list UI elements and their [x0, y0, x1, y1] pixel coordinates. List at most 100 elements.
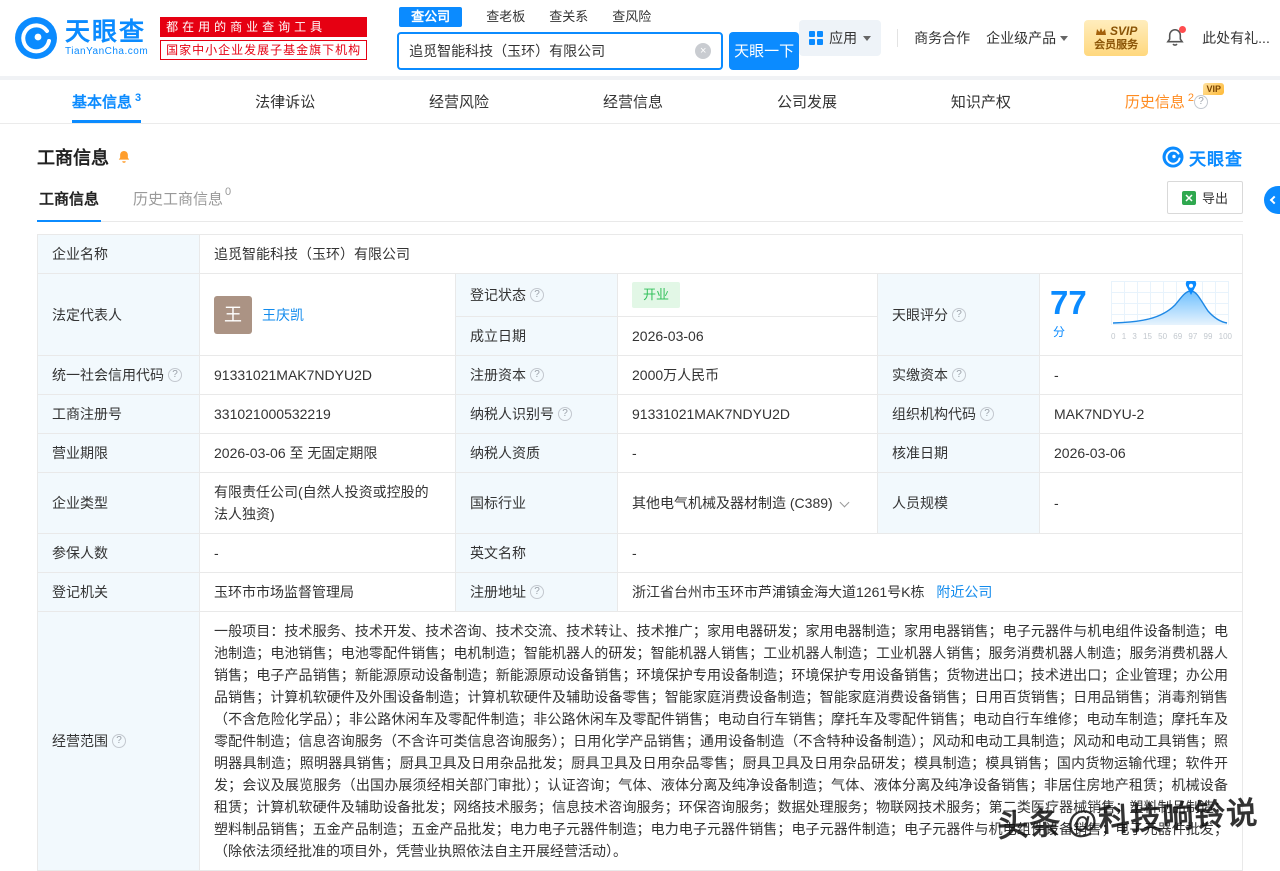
- chevron-left-icon: [1269, 195, 1278, 205]
- field-label: 纳税人识别号: [470, 406, 554, 422]
- legal-rep-label-cell: 法定代表人: [37, 273, 200, 356]
- export-button[interactable]: 导出: [1166, 181, 1243, 214]
- subtab-business-info[interactable]: 工商信息: [37, 178, 102, 222]
- apps-menu[interactable]: 应用: [799, 20, 882, 56]
- tab-basic-info[interactable]: 基本信息 3: [72, 80, 142, 123]
- enterprise-products-label: 企业级产品: [986, 30, 1057, 46]
- field-label: 纳税人资质: [470, 445, 540, 461]
- table-row-business-scope: 经营范围? 一般项目：技术服务、技术开发、技术咨询、技术交流、技术转让、技术推广…: [37, 611, 1243, 871]
- table-row-legal-rep: 法定代表人 王 王庆凯 登记状态? 开业 天眼评分? 77分 0 1 3 15 …: [37, 273, 1243, 356]
- search-input-box: ×: [397, 31, 724, 70]
- field-label: 登记机关: [52, 584, 108, 600]
- help-icon[interactable]: ?: [952, 368, 966, 382]
- reg-capital-value: 2000万人民币: [617, 355, 878, 395]
- help-icon[interactable]: ?: [112, 734, 126, 748]
- help-icon[interactable]: ?: [530, 585, 544, 599]
- field-label: 实缴资本: [892, 367, 948, 383]
- field-label: 注册地址: [470, 584, 526, 600]
- tab-legal-proceedings[interactable]: 法律诉讼: [255, 80, 315, 123]
- org-code-label-cell: 组织机构代码?: [877, 394, 1040, 434]
- chevron-down-icon[interactable]: [839, 497, 850, 508]
- reg-authority-value: 玉环市市场监督管理局: [199, 572, 456, 612]
- enterprise-products-link[interactable]: 企业级产品: [986, 28, 1069, 48]
- tab-count: 2: [1187, 91, 1194, 104]
- field-label: 企业类型: [52, 495, 108, 511]
- legal-rep-link[interactable]: 王庆凯: [262, 304, 304, 326]
- apps-grid-icon: [809, 31, 824, 45]
- tab-label: 知识产权: [950, 94, 1011, 111]
- search-tab-boss[interactable]: 查老板: [486, 7, 525, 27]
- subtab-history-business-info[interactable]: 历史工商信息 0: [131, 178, 233, 221]
- help-icon[interactable]: ?: [558, 407, 572, 421]
- tianyancha-logo-icon: [15, 17, 57, 59]
- tab-label: 基本信息: [72, 94, 133, 111]
- search-button[interactable]: 天眼一下: [729, 31, 800, 70]
- slogan-line2: 国家中小企业发展子基金旗下机构: [160, 39, 368, 60]
- business-cooperation-link[interactable]: 商务合作: [914, 28, 970, 48]
- section-brand-logo[interactable]: 天眼查: [1162, 145, 1243, 170]
- tab-label: 法律诉讼: [255, 94, 316, 111]
- top-bar: 天眼查 TianYanCha.com 都在用的商业查询工具 国家中小企业发展子基…: [0, 0, 1280, 76]
- tab-label: 经营风险: [429, 94, 490, 111]
- slogan-badges: 都在用的商业查询工具 国家中小企业发展子基金旗下机构: [160, 16, 368, 60]
- paid-capital-value: -: [1039, 355, 1243, 395]
- field-label: 经营范围: [52, 733, 108, 749]
- tab-company-development[interactable]: 公司发展: [777, 80, 837, 123]
- tab-intellectual-property[interactable]: 知识产权: [951, 80, 1011, 123]
- svip-top: SVIP: [1094, 24, 1138, 39]
- search-input[interactable]: [409, 42, 696, 59]
- svip-label: SVIP: [1109, 23, 1138, 38]
- company-name-label-cell: 企业名称: [37, 234, 200, 274]
- clear-search-icon[interactable]: ×: [695, 42, 712, 59]
- score-chart-axis: 0 1 3 15 50 69 97 99 100: [1111, 332, 1232, 341]
- legal-rep-value-cell: 王 王庆凯: [199, 273, 456, 356]
- tab-operating-info[interactable]: 经营信息: [603, 80, 663, 123]
- field-label: 天眼评分: [892, 306, 948, 323]
- search-tab-risk[interactable]: 查风险: [612, 7, 651, 27]
- help-icon[interactable]: ?: [980, 407, 994, 421]
- staff-size-label-cell: 人员规模: [877, 472, 1040, 534]
- industry-value: 其他电气机械及器材制造 (C389): [632, 495, 833, 511]
- field-label: 注册资本: [470, 367, 526, 383]
- field-label: 登记状态: [470, 287, 526, 303]
- table-row-insured: 参保人数 - 英文名称 -: [37, 533, 1243, 573]
- tianyancha-logo[interactable]: 天眼查 TianYanCha.com: [14, 16, 148, 60]
- score-unit: 分: [1053, 325, 1066, 339]
- establish-date-label-cell: 成立日期: [455, 316, 618, 356]
- insured-count-label-cell: 参保人数: [37, 533, 200, 573]
- field-label: 成立日期: [470, 328, 526, 344]
- table-row-business-term: 营业期限 2026-03-06 至 无固定期限 纳税人资质 - 核准日期 202…: [37, 433, 1243, 473]
- search-tab-relation[interactable]: 查关系: [549, 7, 588, 27]
- establish-date-value: 2026-03-06: [617, 316, 878, 356]
- help-icon[interactable]: ?: [530, 288, 544, 302]
- business-scope-value: 一般项目：技术服务、技术开发、技术咨询、技术交流、技术转让、技术推广；家用电器研…: [199, 611, 1243, 871]
- export-label: 导出: [1201, 191, 1228, 206]
- export-excel-icon: [1181, 190, 1196, 205]
- help-icon[interactable]: ?: [952, 307, 966, 322]
- svip-member-badge[interactable]: SVIP 会员服务: [1084, 19, 1149, 57]
- tab-history-info[interactable]: 历史信息 2 ? VIP: [1125, 80, 1224, 123]
- field-label: 统一社会信用代码: [52, 367, 164, 383]
- logo-domain: TianYanCha.com: [65, 45, 149, 57]
- crown-icon: [1095, 27, 1106, 35]
- monitor-bell-icon[interactable]: [116, 149, 132, 165]
- reg-status-value-cell: 开业: [617, 273, 878, 317]
- nearby-companies-link[interactable]: 附近公司: [936, 584, 992, 600]
- help-icon[interactable]: ?: [168, 368, 182, 382]
- notification-bell-icon[interactable]: [1164, 26, 1187, 49]
- search-area: 查公司 查老板 查关系 查风险 × 天眼一下: [397, 6, 800, 70]
- reg-address-label-cell: 注册地址?: [455, 572, 618, 612]
- help-icon[interactable]: ?: [1193, 94, 1208, 109]
- tab-operating-risk[interactable]: 经营风险: [429, 80, 489, 123]
- help-icon[interactable]: ?: [530, 368, 544, 382]
- gift-link[interactable]: 此处有礼...: [1202, 28, 1270, 48]
- field-label: 英文名称: [470, 545, 526, 561]
- score-chart[interactable]: 0 1 3 15 50 69 97 99 100: [1111, 281, 1232, 348]
- tab-count: 3: [135, 91, 142, 104]
- industry-value-cell: 其他电气机械及器材制造 (C389): [617, 472, 878, 534]
- search-tab-company[interactable]: 查公司: [399, 6, 463, 27]
- business-term-value: 2026-03-06 至 无固定期限: [199, 433, 456, 473]
- taxpayer-quality-label-cell: 纳税人资质: [455, 433, 618, 473]
- staff-size-value: -: [1039, 472, 1243, 534]
- legal-rep-avatar[interactable]: 王: [214, 295, 252, 334]
